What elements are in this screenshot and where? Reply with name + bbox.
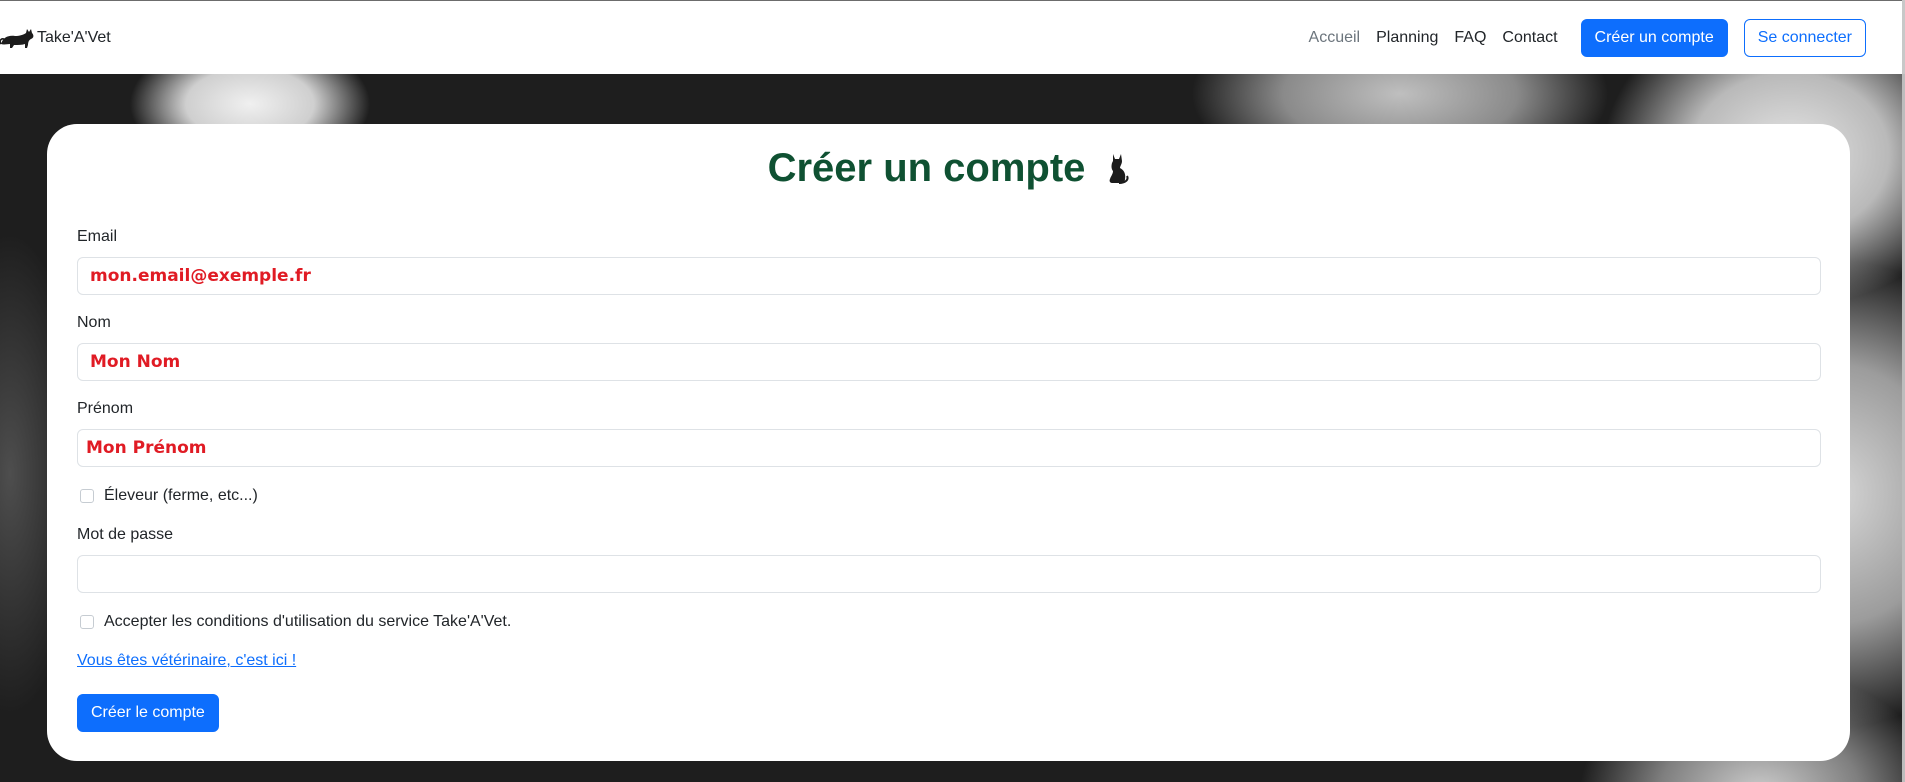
login-button[interactable]: Se connecter	[1743, 19, 1866, 57]
signup-card: Créer un compte Email mon.email@exemple.…	[47, 124, 1850, 761]
cat-logo-icon	[0, 28, 34, 48]
vet-signup-link[interactable]: Vous êtes vétérinaire, c'est ici !	[77, 652, 296, 670]
nav-link-faq[interactable]: FAQ	[1454, 29, 1486, 47]
terms-label: Accepter les conditions d'utilisation du…	[104, 613, 512, 630]
terms-checkbox[interactable]	[80, 615, 94, 629]
password-field[interactable]	[77, 555, 1821, 593]
create-account-nav-button[interactable]: Créer un compte	[1580, 19, 1728, 57]
email-field[interactable]: mon.email@exemple.fr	[77, 257, 1821, 295]
eleveur-checkbox[interactable]	[80, 489, 94, 503]
brand-name: Take'A'Vet	[37, 28, 111, 46]
page-title: Créer un compte	[47, 146, 1850, 191]
nav-links: Accueil Planning FAQ Contact Créer un co…	[1309, 1, 1902, 75]
email-label: Email	[77, 228, 118, 245]
password-label: Mot de passe	[77, 526, 174, 543]
nav-link-planning[interactable]: Planning	[1376, 29, 1438, 47]
prenom-label: Prénom	[77, 400, 134, 417]
brand[interactable]: Take'A'Vet	[0, 1, 111, 75]
page-title-text: Créer un compte	[767, 146, 1086, 190]
nom-field[interactable]: Mon Nom	[77, 343, 1821, 381]
prenom-field[interactable]: Mon Prénom	[77, 429, 1821, 467]
eleveur-label: Éleveur (ferme, etc...)	[104, 487, 258, 504]
eleveur-checkbox-row: Éleveur (ferme, etc...)	[77, 487, 258, 505]
nav-link-contact[interactable]: Contact	[1502, 29, 1557, 47]
submit-button[interactable]: Créer le compte	[77, 694, 219, 732]
navbar: Take'A'Vet Accueil Planning FAQ Contact …	[0, 0, 1902, 74]
cat-icon	[1110, 154, 1129, 184]
nom-label: Nom	[77, 314, 111, 331]
nav-link-accueil[interactable]: Accueil	[1309, 29, 1361, 47]
terms-checkbox-row: Accepter les conditions d'utilisation du…	[77, 613, 511, 631]
